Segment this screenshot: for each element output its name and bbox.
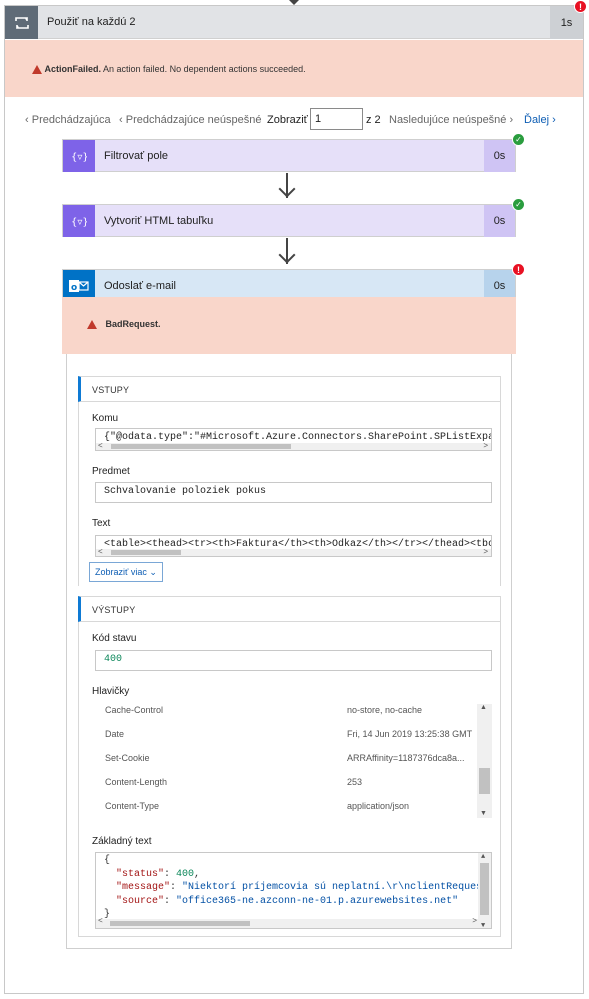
raw-body-hscroll[interactable]: < > — [96, 917, 479, 928]
table-row: Cache-Control no-store, no-cache — [105, 705, 423, 715]
action-card-filter-array[interactable]: {▿} Filtrovať pole 0s — [62, 139, 516, 172]
svg-text:o: o — [71, 283, 77, 293]
show-more-button[interactable]: Zobraziť viac ⌄ — [89, 562, 163, 582]
action-card-create-html-table[interactable]: {▿} Vytvoriť HTML tabuľku 0s — [62, 204, 516, 237]
raw-body-label: Základný text — [92, 836, 152, 847]
action-title: Vytvoriť HTML tabuľku — [104, 215, 214, 227]
data-operation-icon: {▿} — [63, 140, 95, 172]
headers-label: Hlavičky — [92, 686, 130, 697]
table-row: Set-Cookie ARRAffinity=1187376dca8a... — [105, 753, 465, 763]
chevron-left-icon: ‹ — [25, 114, 32, 126]
next-failed-button[interactable]: Nasledujúce neúspešné › — [389, 114, 513, 126]
to-field-scrollbar[interactable]: < > — [95, 441, 492, 451]
warning-icon — [32, 65, 42, 75]
outputs-label: VÝSTUPY — [92, 605, 136, 615]
prev-button[interactable]: ‹ Predchádzajúca — [25, 114, 111, 126]
loop-header[interactable]: Použiť na každú 2 1s — [5, 6, 583, 39]
error-code: ActionFailed. — [44, 64, 102, 74]
success-check-icon: ✓ — [512, 133, 525, 146]
svg-text:{▿}: {▿} — [71, 217, 87, 228]
svg-text:{▿}: {▿} — [71, 152, 87, 163]
chevron-left-icon: ‹ — [119, 114, 126, 126]
chevron-right-icon: › — [506, 114, 514, 126]
loop-icon — [5, 6, 38, 39]
action-duration: 0s — [484, 205, 515, 237]
email-error-banner: BadRequest. — [62, 297, 516, 354]
action-title: Filtrovať pole — [104, 150, 169, 162]
error-status-icon: ! — [512, 263, 525, 276]
to-label: Komu — [92, 413, 119, 424]
error-message: BadRequest. — [105, 319, 161, 329]
card-border-right — [511, 354, 512, 949]
iteration-pager: ‹ Predchádzajúca ‹ Predchádzajúce neúspe… — [5, 107, 583, 133]
inputs-section-header[interactable]: VSTUPY — [78, 376, 501, 402]
outputs-section-header[interactable]: VÝSTUPY — [78, 596, 501, 622]
error-message: An action failed. No dependent actions s… — [101, 64, 306, 74]
chevron-right-icon: › — [549, 114, 556, 126]
inputs-label: VSTUPY — [92, 385, 130, 395]
success-check-icon: ✓ — [512, 198, 525, 211]
table-row: Date Fri, 14 Jun 2019 13:25:38 GMT — [105, 729, 473, 739]
data-operation-icon: {▿} — [63, 205, 95, 237]
action-title: Odoslať e-mail — [104, 280, 176, 292]
table-row: Content-Length 253 — [105, 777, 363, 787]
headers-scrollbar[interactable]: ▲ ▼ — [477, 704, 492, 818]
table-row: Content-Type application/json — [105, 801, 410, 811]
headers-table[interactable]: Cache-Control no-store, no-cache Date Fr… — [95, 701, 492, 821]
card-border-left — [66, 354, 67, 949]
status-code-label: Kód stavu — [92, 633, 137, 644]
loop-title: Použiť na každú 2 — [47, 16, 136, 28]
card-border-bottom — [66, 948, 512, 949]
body-field-scrollbar[interactable]: < > — [95, 547, 492, 557]
subject-field[interactable]: Schvalovanie poloziek pokus — [95, 482, 492, 503]
raw-body-vscroll[interactable]: ▲ ▼ — [478, 853, 491, 928]
status-code-field[interactable]: 400 — [95, 650, 492, 671]
show-label: Zobraziť — [267, 114, 308, 126]
next-button[interactable]: Ďalej › — [524, 114, 556, 126]
loop-error-banner: ActionFailed. An action failed. No depen… — [5, 40, 583, 97]
chevron-down-icon: ⌄ — [149, 567, 157, 577]
body-label: Text — [92, 518, 111, 529]
warning-icon — [87, 320, 97, 330]
page-count: z 2 — [366, 114, 381, 126]
subject-label: Predmet — [92, 466, 130, 477]
error-status-icon: ! — [574, 0, 587, 13]
page-number-input[interactable] — [310, 108, 363, 130]
raw-body-viewer[interactable]: { "status": 400, "message": "Niektorí pr… — [95, 852, 492, 929]
prev-failed-button[interactable]: ‹ Predchádzajúce neúspešné — [119, 114, 262, 126]
action-duration: 0s — [484, 140, 515, 172]
